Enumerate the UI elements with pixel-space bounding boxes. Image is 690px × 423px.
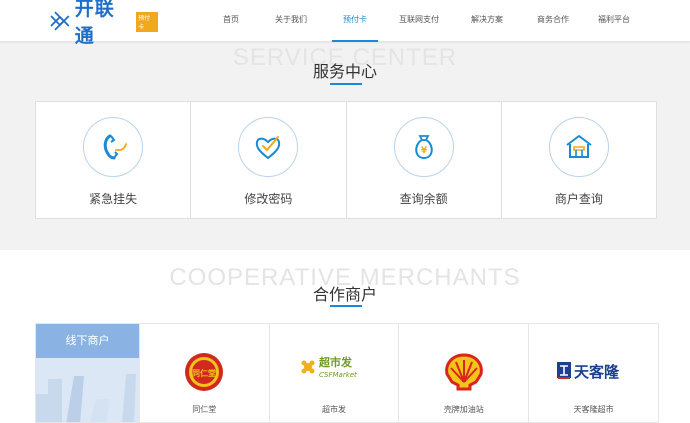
merchant-name: 壳牌加油站	[443, 405, 484, 414]
service-label: 查询余额	[399, 192, 448, 206]
nav-business[interactable]: 商务合作	[520, 0, 586, 42]
merchant-name: 同仁堂	[192, 405, 217, 414]
nav-welfare[interactable]: 福利平台	[586, 0, 642, 42]
service-title: 服务中心	[312, 64, 377, 81]
logo-badge: 预付卡	[136, 12, 158, 32]
phone-icon	[83, 117, 144, 177]
nav-solutions[interactable]: 解决方案	[454, 0, 520, 42]
nav-about[interactable]: 关于我们	[256, 0, 326, 42]
service-merchant-lookup[interactable]: 商户查询	[502, 102, 656, 218]
csf-logo-text-cn: 超市发	[318, 355, 353, 369]
tiankelong-logo-text: 天客隆	[574, 363, 620, 381]
service-change-password[interactable]: 修改密码	[191, 102, 347, 218]
tiankelong-logo: 天客隆	[556, 358, 632, 387]
service-center-section: SERVICE CENTER 服务中心 紧急挂失 修改密码 ¥ 查询余额 商户查…	[0, 42, 690, 250]
service-emergency-loss[interactable]: 紧急挂失	[36, 102, 192, 218]
service-check-balance[interactable]: ¥ 查询余额	[347, 102, 502, 218]
service-title-underline	[330, 83, 362, 85]
logo-text: 开联通	[74, 0, 115, 47]
offline-merchants-tab[interactable]: 线下商户	[36, 324, 139, 422]
shop-icon	[548, 117, 609, 177]
csf-market-logo: 超市发 CSFMarket	[299, 352, 369, 387]
service-grid: 紧急挂失 修改密码 ¥ 查询余额 商户查询	[35, 101, 657, 219]
nav-home[interactable]: 首页	[206, 0, 256, 42]
svg-text:¥: ¥	[420, 146, 427, 156]
logo-knot-icon	[50, 11, 70, 31]
coop-title-underline	[330, 305, 362, 307]
merchant-csf[interactable]: 超市发 CSFMarket 超市发	[268, 324, 399, 422]
top-header: 开联通 预付卡 首页 关于我们 预付卡 互联网支付 解决方案 商务合作 福利平台	[0, 0, 690, 47]
city-illustration	[36, 374, 136, 422]
nav-internet-payment[interactable]: 互联网支付	[384, 0, 454, 42]
merchant-row: 线下商户 同仁堂 同仁堂 超市发 CSFMarket 超市发 壳牌加油站 天客隆…	[35, 323, 659, 423]
merchant-name: 天客隆超市	[573, 405, 614, 414]
money-bag-icon: ¥	[393, 117, 454, 177]
service-label: 修改密码	[244, 192, 293, 206]
main-nav: 首页 关于我们 预付卡 互联网支付 解决方案 商务合作 福利平台	[206, 0, 642, 42]
cooperative-merchants-section: COOPERATIVE MERCHANTS 合作商户 线下商户 同仁堂 同仁堂 …	[0, 250, 690, 423]
merchant-name: 超市发	[322, 405, 347, 414]
service-label: 紧急挂失	[89, 192, 138, 206]
tongrentang-logo-text: 同仁堂	[192, 368, 216, 378]
csf-logo-text-en: CSFMarket	[319, 371, 357, 379]
heart-check-icon	[238, 117, 299, 177]
merchant-shell[interactable]: 壳牌加油站	[398, 324, 528, 422]
shell-logo	[442, 352, 486, 397]
merchant-tiankelong[interactable]: 天客隆 天客隆超市	[528, 324, 658, 422]
site-logo[interactable]: 开联通 预付卡	[48, 0, 158, 47]
merchant-tongrentang[interactable]: 同仁堂 同仁堂	[138, 324, 269, 422]
nav-prepaid-card[interactable]: 预付卡	[326, 0, 384, 42]
tongrentang-logo: 同仁堂	[182, 352, 226, 397]
coop-title: 合作商户	[312, 287, 377, 304]
service-label: 商户查询	[554, 192, 603, 206]
